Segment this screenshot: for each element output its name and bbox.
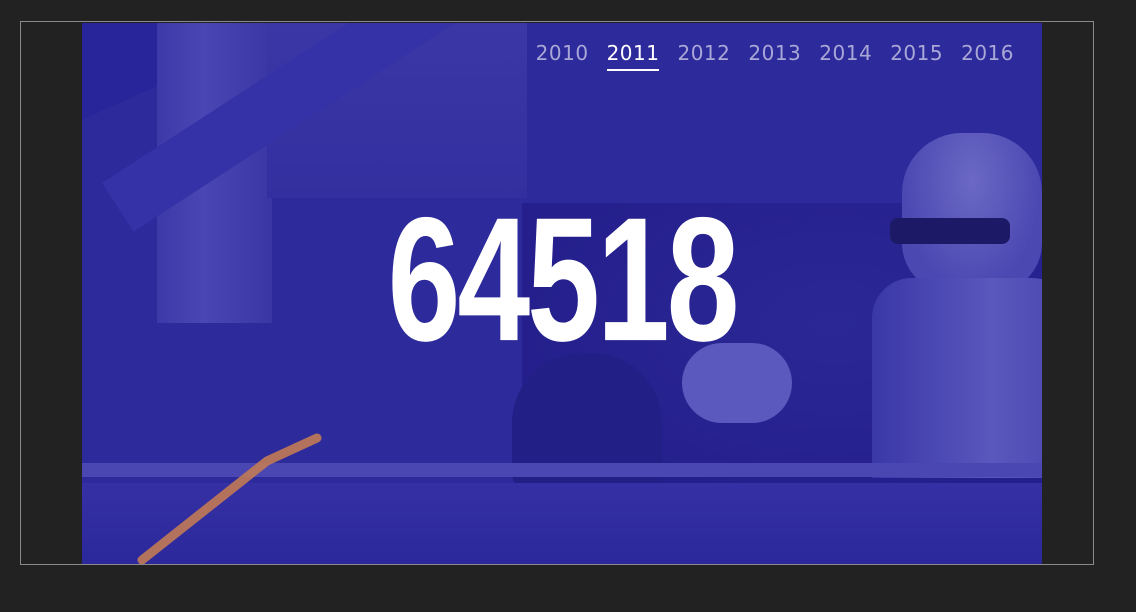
year-tab-2015[interactable]: 2015	[890, 41, 943, 71]
statistic-value: 64518	[387, 180, 740, 378]
accent-stroke-line	[137, 433, 322, 564]
year-tab-2012[interactable]: 2012	[677, 41, 730, 71]
year-tab-2011[interactable]: 2011	[606, 41, 660, 71]
slide: 2010 2011 2012 2013 2014 2015 2016 64518	[82, 23, 1042, 564]
year-navigation: 2010 2011 2012 2013 2014 2015 2016	[536, 41, 1014, 71]
year-tab-2014[interactable]: 2014	[819, 41, 872, 71]
year-tab-2010[interactable]: 2010	[536, 41, 589, 71]
year-tab-2016[interactable]: 2016	[961, 41, 1014, 71]
year-tab-2013[interactable]: 2013	[748, 41, 801, 71]
